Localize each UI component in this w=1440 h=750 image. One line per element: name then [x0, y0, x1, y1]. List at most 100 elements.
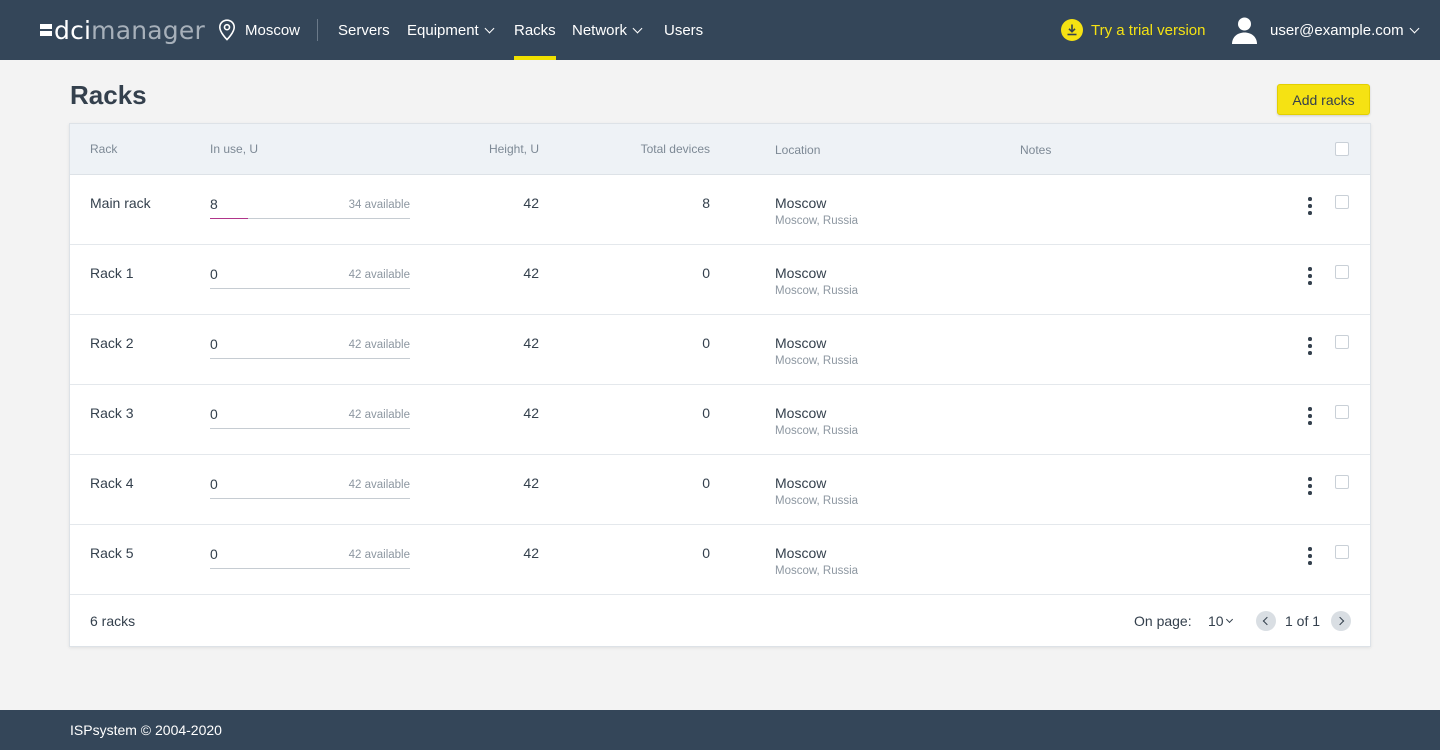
- table-row[interactable]: Rack 4 0 42 available 42 0 Moscow Moscow, Russ…: [70, 455, 1370, 525]
- location-label: Moscow: [245, 21, 301, 39]
- total-devices: 0: [702, 405, 710, 421]
- location-name: Moscow: [775, 405, 827, 421]
- rack-name[interactable]: Rack 5: [90, 545, 134, 561]
- location-name: Moscow: [775, 195, 827, 211]
- in-use-gauge: 0 42 available: [210, 265, 410, 289]
- next-page-button[interactable]: [1331, 611, 1351, 631]
- dcimanager-logo[interactable]: dci manager: [40, 15, 205, 45]
- add-racks-button[interactable]: Add racks: [1277, 84, 1370, 115]
- total-devices: 8: [702, 195, 710, 211]
- location-name: Moscow: [775, 265, 827, 281]
- row-checkbox[interactable]: [1335, 335, 1349, 349]
- in-use-value: 0: [210, 476, 218, 492]
- in-use-value: 0: [210, 546, 218, 562]
- on-page-label: On page:: [1134, 613, 1192, 629]
- available-units: 42 available: [348, 269, 410, 281]
- nav-racks[interactable]: Racks: [514, 0, 556, 60]
- select-all-checkbox[interactable]: [1335, 142, 1349, 156]
- available-units: 42 available: [348, 549, 410, 561]
- rack-count: 6 racks: [90, 613, 136, 629]
- previous-page-button[interactable]: [1256, 611, 1276, 631]
- table-row[interactable]: Rack 5 0 42 available 42 0 Moscow Moscow, Russ…: [70, 525, 1370, 595]
- rack-name[interactable]: Rack 4: [90, 475, 134, 491]
- in-use-gauge: 0 42 available: [210, 335, 410, 359]
- location-address: Moscow, Russia: [775, 355, 859, 367]
- copyright-text: ISPsystem © 2004-2020: [70, 722, 222, 738]
- in-use-gauge: 0 42 available: [210, 475, 410, 499]
- nav-network-label: Network: [572, 21, 628, 39]
- rack-height: 42: [523, 405, 539, 421]
- row-checkbox[interactable]: [1335, 475, 1349, 489]
- row-actions-menu-icon[interactable]: [1303, 546, 1317, 566]
- table-footer: 6 racks On page: 10 1 of 1: [70, 596, 1370, 646]
- row-actions-menu-icon[interactable]: [1303, 266, 1317, 286]
- location-address: Moscow, Russia: [775, 565, 859, 577]
- logo-text-manager: manager: [91, 15, 205, 45]
- column-header-location[interactable]: Location: [775, 143, 820, 157]
- nav-users-label: Users: [664, 21, 704, 39]
- total-devices: 0: [702, 475, 710, 491]
- nav-network[interactable]: Network: [572, 0, 643, 60]
- racks-table: Rack In use, U Height, U Total devices L…: [69, 123, 1371, 647]
- column-header-notes[interactable]: Notes: [1020, 143, 1051, 157]
- header-divider: [317, 19, 318, 41]
- rack-height: 42: [523, 335, 539, 351]
- map-pin-icon: [218, 19, 236, 41]
- chevron-down-icon: [1409, 23, 1420, 33]
- rack-height: 42: [523, 265, 539, 281]
- available-units: 34 available: [348, 199, 410, 211]
- row-checkbox[interactable]: [1335, 195, 1349, 209]
- logo-text-dci: dci: [54, 15, 92, 45]
- rack-height: 42: [523, 475, 539, 491]
- usage-bar: [210, 218, 248, 219]
- location-name: Moscow: [775, 475, 827, 491]
- column-header-height[interactable]: Height, U: [489, 142, 539, 156]
- location-selector[interactable]: Moscow: [218, 18, 300, 42]
- row-actions-menu-icon[interactable]: [1303, 336, 1317, 356]
- rack-name[interactable]: Rack 1: [90, 265, 134, 281]
- trial-version-label: Try a trial version: [1091, 21, 1206, 39]
- available-units: 42 available: [348, 409, 410, 421]
- rack-name[interactable]: Rack 3: [90, 405, 134, 421]
- rack-height: 42: [523, 545, 539, 561]
- table-row[interactable]: Rack 3 0 42 available 42 0 Moscow Moscow, Russ…: [70, 385, 1370, 455]
- column-header-in-use[interactable]: In use, U: [210, 142, 258, 156]
- user-menu[interactable]: user@example.com: [1231, 15, 1420, 45]
- table-row[interactable]: Rack 1 0 42 available 42 0 Moscow Moscow, Russ…: [70, 245, 1370, 315]
- chevron-down-icon: [1225, 615, 1233, 624]
- download-icon: [1061, 19, 1083, 41]
- in-use-gauge: 8 34 available: [210, 195, 410, 219]
- total-devices: 0: [702, 545, 710, 561]
- row-actions-menu-icon[interactable]: [1303, 196, 1317, 216]
- row-checkbox[interactable]: [1335, 545, 1349, 559]
- available-units: 42 available: [348, 479, 410, 491]
- total-devices: 0: [702, 265, 710, 281]
- nav-equipment[interactable]: Equipment: [407, 0, 495, 60]
- in-use-value: 8: [210, 196, 218, 212]
- nav-servers[interactable]: Servers: [338, 0, 390, 60]
- nav-racks-label: Racks: [514, 21, 556, 39]
- rack-name[interactable]: Rack 2: [90, 335, 134, 351]
- row-checkbox[interactable]: [1335, 265, 1349, 279]
- location-address: Moscow, Russia: [775, 285, 859, 297]
- chevron-down-icon: [632, 23, 643, 33]
- location-name: Moscow: [775, 545, 827, 561]
- row-actions-menu-icon[interactable]: [1303, 406, 1317, 426]
- table-row[interactable]: Main rack 8 34 available 42 8 Moscow Moscow, R…: [70, 175, 1370, 245]
- column-header-rack[interactable]: Rack: [90, 142, 117, 156]
- pagination-info: 1 of 1: [1285, 613, 1321, 629]
- location-name: Moscow: [775, 335, 827, 351]
- nav-equipment-label: Equipment: [407, 21, 479, 39]
- per-page-select[interactable]: 10: [1208, 613, 1233, 629]
- nav-users[interactable]: Users: [664, 0, 703, 60]
- row-checkbox[interactable]: [1335, 405, 1349, 419]
- rack-name[interactable]: Main rack: [90, 195, 151, 211]
- in-use-value: 0: [210, 406, 218, 422]
- rack-height: 42: [523, 195, 539, 211]
- page-footer: ISPsystem © 2004-2020: [0, 710, 1440, 750]
- row-actions-menu-icon[interactable]: [1303, 476, 1317, 496]
- column-header-total-devices[interactable]: Total devices: [641, 142, 710, 156]
- table-row[interactable]: Rack 2 0 42 available 42 0 Moscow Moscow, Russ…: [70, 315, 1370, 385]
- location-address: Moscow, Russia: [775, 425, 859, 437]
- trial-version-link[interactable]: Try a trial version: [1061, 19, 1205, 41]
